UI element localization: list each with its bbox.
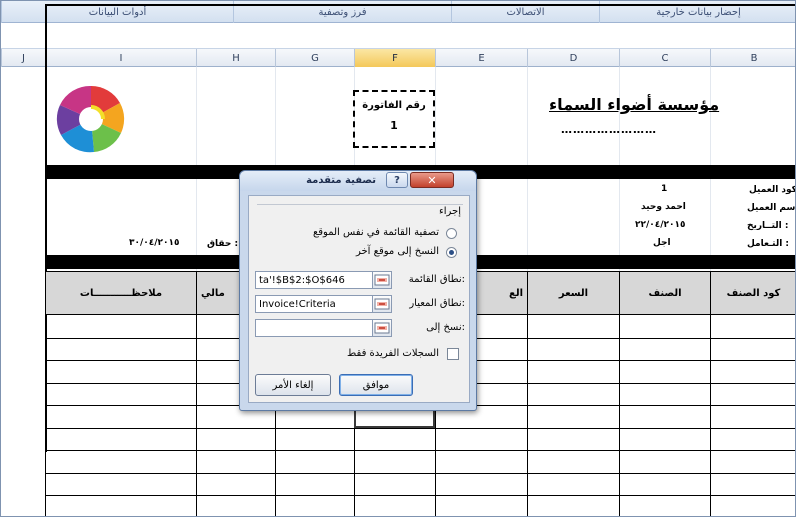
company-name: مؤسسة أضواء السماء bbox=[549, 95, 720, 114]
table-header-item-code: كود الصنف bbox=[710, 271, 795, 315]
invoice-number: 1 bbox=[390, 119, 398, 132]
dealing-type: اجل bbox=[653, 238, 671, 248]
list-range-label: نطاق القائمة: bbox=[408, 274, 465, 285]
action-group-label: إجراء bbox=[439, 206, 461, 217]
range-select-icon bbox=[374, 322, 390, 334]
company-dots: …………………… bbox=[561, 123, 657, 136]
table-column-line bbox=[710, 315, 711, 516]
dialog-body: إجراء تصفية القائمة في نفس الموقع النسخ … bbox=[248, 195, 470, 403]
due-date-label: حقاق : bbox=[207, 239, 239, 249]
invoice-number-label: رقم الفاتورة bbox=[362, 100, 426, 111]
advanced-filter-dialog: تصفية متقدمة ? ✕ إجراء تصفية القائمة في … bbox=[239, 170, 477, 411]
table-header-notes: ملاحظـــــــــــات bbox=[45, 271, 197, 315]
unique-records-label: السجلات الفريدة فقط bbox=[347, 348, 439, 359]
help-button[interactable]: ? bbox=[386, 172, 408, 188]
table-row-line bbox=[45, 450, 795, 451]
due-date: ٣٠/٠٤/٢٠١٥ bbox=[129, 238, 180, 248]
list-range-picker-button[interactable] bbox=[372, 271, 392, 289]
action-separator bbox=[257, 204, 463, 205]
column-header-j[interactable]: J bbox=[1, 49, 45, 67]
filter-in-place-radio[interactable] bbox=[446, 228, 457, 239]
dealing-label: التـعامل : bbox=[747, 239, 790, 249]
table-row-line bbox=[45, 472, 795, 474]
cancel-button[interactable]: إلغاء الأمر bbox=[255, 374, 331, 396]
table-column-line bbox=[527, 315, 528, 516]
criteria-range-picker-button[interactable] bbox=[372, 295, 392, 313]
filter-in-place-label: تصفية القائمة في نفس الموقع bbox=[312, 227, 439, 238]
date-label: التــاريخ : bbox=[747, 221, 789, 231]
table-column-line bbox=[196, 315, 197, 516]
copy-to-another-location-label: النسخ إلى موقع آخر bbox=[355, 246, 439, 257]
table-row-line bbox=[45, 495, 795, 496]
range-select-icon bbox=[374, 274, 390, 286]
unique-records-checkbox[interactable] bbox=[447, 348, 459, 360]
table-header-item: الصنف bbox=[619, 271, 711, 315]
table-column-line bbox=[619, 315, 620, 516]
dialog-title: تصفية متقدمة bbox=[306, 175, 376, 186]
invoice-number-box: رقم الفاتورة 1 bbox=[353, 90, 435, 148]
company-logo-icon bbox=[56, 85, 125, 153]
copy-to-another-location-radio[interactable] bbox=[446, 247, 457, 258]
customer-code-label: كود العميل : bbox=[749, 185, 796, 195]
criteria-range-input[interactable] bbox=[255, 295, 373, 313]
criteria-range-label: نطاق المعيار: bbox=[409, 298, 465, 309]
copy-to-label: نسخ إلى: bbox=[426, 322, 465, 333]
customer-name: احمد وحيد bbox=[641, 202, 686, 212]
customer-code: 1 bbox=[661, 184, 668, 194]
customer-name-label: اسم العميل : bbox=[747, 203, 796, 213]
copy-to-input[interactable] bbox=[255, 319, 373, 337]
list-range-input[interactable] bbox=[255, 271, 373, 289]
close-button[interactable]: ✕ bbox=[410, 172, 454, 188]
dialog-titlebar[interactable]: تصفية متقدمة ? ✕ bbox=[240, 171, 476, 191]
copy-to-picker-button[interactable] bbox=[372, 319, 392, 337]
table-header-price: السعر bbox=[527, 271, 620, 315]
ok-button[interactable]: موافق bbox=[339, 374, 413, 396]
range-select-icon bbox=[374, 298, 390, 310]
invoice-date: ٢٢/٠٤/٢٠١٥ bbox=[635, 220, 686, 230]
excel-window: إحضار بيانات خارجية الاتصالات فرز وتصفية… bbox=[0, 0, 796, 517]
